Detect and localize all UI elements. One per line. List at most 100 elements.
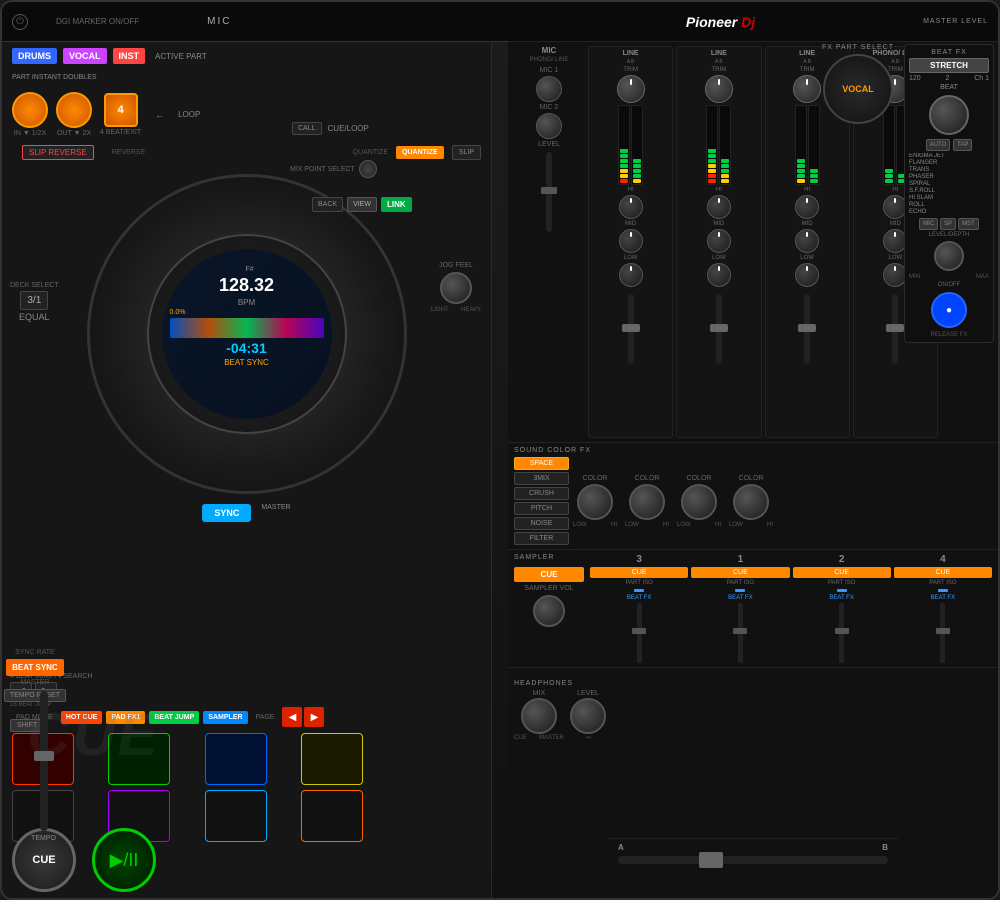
color-knob-3[interactable] bbox=[681, 484, 717, 520]
time-display: -04:31 bbox=[170, 340, 324, 356]
ch3-mid-knob[interactable] bbox=[619, 229, 643, 253]
level-depth-knob[interactable] bbox=[934, 241, 964, 271]
pad-3[interactable] bbox=[205, 733, 267, 785]
master-sync-label: MASTER bbox=[261, 504, 290, 522]
sampler-cue-button[interactable]: CUE bbox=[514, 567, 584, 582]
beat-exit-button[interactable]: 4 bbox=[104, 93, 138, 127]
mic-fader-cap[interactable] bbox=[541, 187, 557, 194]
sampler-fader-4-cap[interactable] bbox=[936, 628, 950, 634]
ch3-hi-knob[interactable] bbox=[619, 195, 643, 219]
hp-level-knob[interactable] bbox=[570, 698, 606, 734]
page-forward-button[interactable]: ▶ bbox=[304, 707, 324, 727]
3mix-button[interactable]: 3MIX bbox=[514, 472, 569, 485]
hp-mix-knob[interactable] bbox=[521, 698, 557, 734]
slip-button[interactable]: SLIP bbox=[452, 145, 481, 160]
pad-4[interactable] bbox=[301, 733, 363, 785]
pad-fx1-button[interactable]: PAD FX1 bbox=[106, 711, 145, 724]
ch2-hi-knob[interactable] bbox=[795, 195, 819, 219]
on-off-button[interactable]: ● bbox=[931, 292, 967, 328]
sync-button[interactable]: SYNC bbox=[202, 504, 251, 522]
ch2-fader[interactable] bbox=[804, 294, 810, 364]
ch3-fader-cap[interactable] bbox=[622, 324, 640, 332]
tap-button[interactable]: TAP bbox=[953, 139, 972, 151]
space-button[interactable]: SPACE bbox=[514, 457, 569, 470]
ch2-fader-cap[interactable] bbox=[798, 324, 816, 332]
sampler-cue-ch4[interactable]: CUE bbox=[894, 567, 992, 578]
inst-button[interactable]: INST bbox=[113, 48, 146, 64]
sampler-fader-3-cap[interactable] bbox=[632, 628, 646, 634]
beat-sync-button[interactable]: BEAT SYNC bbox=[6, 659, 64, 676]
ch2-mid-knob[interactable] bbox=[795, 229, 819, 253]
jog-feel-knob[interactable] bbox=[440, 272, 472, 304]
sampler-cue-ch1[interactable]: CUE bbox=[691, 567, 789, 578]
tempo-fader-cap[interactable] bbox=[34, 751, 54, 761]
sampler-fader-3[interactable] bbox=[637, 603, 642, 663]
mst-fx-btn[interactable]: MST bbox=[958, 218, 979, 230]
tempo-fader-track[interactable] bbox=[40, 691, 48, 831]
view-button[interactable]: VIEW bbox=[347, 197, 377, 212]
pitch-button[interactable]: PITCH bbox=[514, 502, 569, 515]
beat-knob[interactable] bbox=[929, 95, 969, 135]
mic2-knob[interactable] bbox=[536, 113, 562, 139]
out-button[interactable] bbox=[56, 92, 92, 128]
mix-point-knob[interactable] bbox=[359, 160, 377, 178]
pad-2[interactable] bbox=[108, 733, 170, 785]
sampler-cue-ch3[interactable]: CUE bbox=[590, 567, 688, 578]
sampler-vol-knob[interactable] bbox=[533, 595, 565, 627]
sampler-fader-2[interactable] bbox=[839, 603, 844, 663]
sp-fx-btn[interactable]: SP bbox=[940, 218, 956, 230]
page-back-button[interactable]: ◀ bbox=[282, 707, 302, 727]
ch2-low-knob[interactable] bbox=[795, 263, 819, 287]
crossfader-track[interactable] bbox=[618, 856, 888, 864]
ch1-trim-knob[interactable] bbox=[705, 75, 733, 103]
sampler-pad-button[interactable]: SAMPLER bbox=[203, 711, 247, 724]
jog-wheel-outer[interactable]: DECK 1 MT F# 0 128.32 BPM bbox=[87, 174, 407, 494]
ch2-trim-knob[interactable] bbox=[793, 75, 821, 103]
play-pause-button[interactable]: ▶/II bbox=[92, 828, 156, 892]
sampler-fader-1[interactable] bbox=[738, 603, 743, 663]
ch4-hi-label: HI bbox=[892, 187, 898, 193]
power-button[interactable]: ⏻ bbox=[12, 14, 28, 30]
fx-part-wheel[interactable]: VOCAL bbox=[823, 54, 893, 124]
sampler-fader-4[interactable] bbox=[940, 603, 945, 663]
ch4-fader[interactable] bbox=[892, 294, 898, 364]
crossfader-cap[interactable] bbox=[699, 852, 723, 868]
beat-jump-button[interactable]: BEAT JUMP bbox=[149, 711, 199, 724]
ch1-fader[interactable] bbox=[716, 294, 722, 364]
slip-reverse-button[interactable]: SLIP REVERSE bbox=[22, 145, 94, 160]
ch1-fader-cap[interactable] bbox=[710, 324, 728, 332]
vocal-button[interactable]: VOCAL bbox=[63, 48, 107, 64]
color-knob-1[interactable] bbox=[577, 484, 613, 520]
ch1-low-knob[interactable] bbox=[707, 263, 731, 287]
color-knobs-row: COLOR LOW HI COLOR LOW HI bbox=[573, 475, 773, 528]
link-button[interactable]: LINK bbox=[381, 197, 412, 212]
ch3-fader[interactable] bbox=[628, 294, 634, 364]
deck-select-button[interactable]: 3/1 bbox=[20, 291, 48, 310]
in-button[interactable] bbox=[12, 92, 48, 128]
sampler-cue-ch2[interactable]: CUE bbox=[793, 567, 891, 578]
color-knob-4[interactable] bbox=[733, 484, 769, 520]
sampler-fader-1-cap[interactable] bbox=[733, 628, 747, 634]
sampler-fader-2-cap[interactable] bbox=[835, 628, 849, 634]
stretch-button[interactable]: STRETCH bbox=[909, 58, 989, 73]
mic-fx-btn[interactable]: MIC bbox=[919, 218, 938, 230]
ch3-trim-knob[interactable] bbox=[617, 75, 645, 103]
ch4-fader-cap[interactable] bbox=[886, 324, 904, 332]
ch1-hi-knob[interactable] bbox=[707, 195, 731, 219]
jog-wheel-inner[interactable]: DECK 1 MT F# 0 128.32 BPM bbox=[147, 234, 347, 434]
pad-7[interactable] bbox=[205, 790, 267, 842]
filter-button[interactable]: FILTER bbox=[514, 532, 569, 545]
ch1-mid-knob[interactable] bbox=[707, 229, 731, 253]
noise-button[interactable]: NOISE bbox=[514, 517, 569, 530]
quantize-button[interactable]: QUANTIZE bbox=[396, 146, 444, 159]
auto-button[interactable]: AUTO bbox=[926, 139, 951, 151]
back-button[interactable]: BACK bbox=[312, 197, 343, 212]
call-button[interactable]: CALL bbox=[292, 122, 322, 135]
drums-button[interactable]: DRUMS bbox=[12, 48, 57, 64]
pad-8[interactable] bbox=[301, 790, 363, 842]
ch3-low-knob[interactable] bbox=[619, 263, 643, 287]
color-knob-2[interactable] bbox=[629, 484, 665, 520]
mic-fader-track[interactable] bbox=[546, 152, 552, 232]
mic1-knob[interactable] bbox=[536, 76, 562, 102]
crush-button[interactable]: CRUSH bbox=[514, 487, 569, 500]
